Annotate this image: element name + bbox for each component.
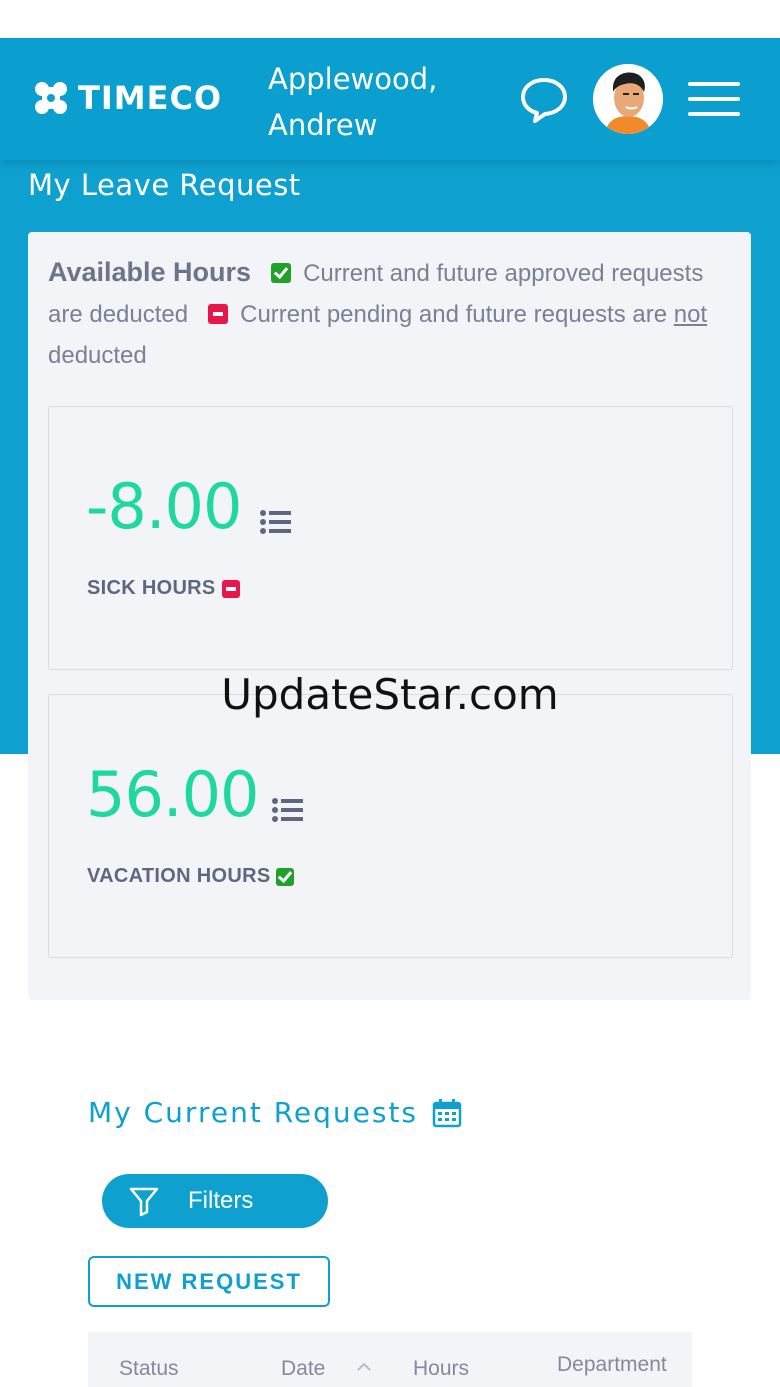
requests-title-text: My Current Requests xyxy=(88,1096,419,1129)
avatar-face-icon xyxy=(593,64,663,134)
watermark: UpdateStar.com xyxy=(221,670,559,719)
calendar-icon[interactable] xyxy=(432,1098,462,1128)
sort-ascending-icon[interactable] xyxy=(356,1362,372,1372)
filter-icon xyxy=(129,1187,159,1217)
menu-icon-bar xyxy=(688,82,740,86)
pending-legend-text-a: Current pending and future requests are xyxy=(240,301,668,328)
chat-button[interactable] xyxy=(518,74,570,126)
new-request-button[interactable]: NEW REQUEST xyxy=(88,1256,330,1307)
pending-legend-text-b: deducted xyxy=(48,342,147,369)
avatar[interactable] xyxy=(593,64,663,134)
status-bar xyxy=(0,0,780,38)
vacation-hours-value: 56.00 xyxy=(86,758,259,831)
filters-button[interactable]: Filters xyxy=(102,1174,328,1228)
logo-icon xyxy=(35,82,67,114)
page-title: My Leave Request xyxy=(28,168,301,202)
chat-icon xyxy=(521,78,567,123)
column-date[interactable]: Date xyxy=(281,1357,325,1381)
vacation-hours-label-text: VACATION HOURS xyxy=(87,865,271,887)
user-name: Applewood, Andrew xyxy=(268,62,438,142)
vacation-hours-list-icon[interactable] xyxy=(272,798,304,822)
available-hours-heading: Available Hours xyxy=(48,257,252,287)
requests-table-header: Status Date Hours Department xyxy=(88,1332,692,1387)
sick-hours-value: -8.00 xyxy=(86,470,242,543)
approved-check-icon xyxy=(271,263,292,283)
my-current-requests-title: My Current Requests xyxy=(88,1096,462,1129)
column-hours[interactable]: Hours xyxy=(413,1357,469,1381)
logo-text: TIMECO xyxy=(78,79,223,117)
vacation-hours-label: VACATION HOURS xyxy=(87,865,295,888)
pending-legend-not: not xyxy=(673,301,708,328)
menu-icon-bar xyxy=(688,112,740,116)
pending-minus-icon xyxy=(221,579,240,598)
column-department[interactable]: Department xyxy=(557,1353,667,1377)
filters-label: Filters xyxy=(188,1187,254,1214)
menu-icon-bar xyxy=(688,97,740,101)
approved-check-icon xyxy=(276,867,295,886)
available-hours-legend: Available Hours Current and future approv… xyxy=(48,252,728,376)
timeco-logo[interactable]: TIMECO xyxy=(34,79,223,117)
hamburger-menu-button[interactable] xyxy=(688,82,740,118)
sick-hours-label-text: SICK HOURS xyxy=(87,577,216,599)
pending-minus-icon xyxy=(208,304,229,324)
sick-hours-list-icon[interactable] xyxy=(260,510,292,534)
column-status[interactable]: Status xyxy=(119,1357,179,1381)
sick-hours-label: SICK HOURS xyxy=(87,577,240,600)
